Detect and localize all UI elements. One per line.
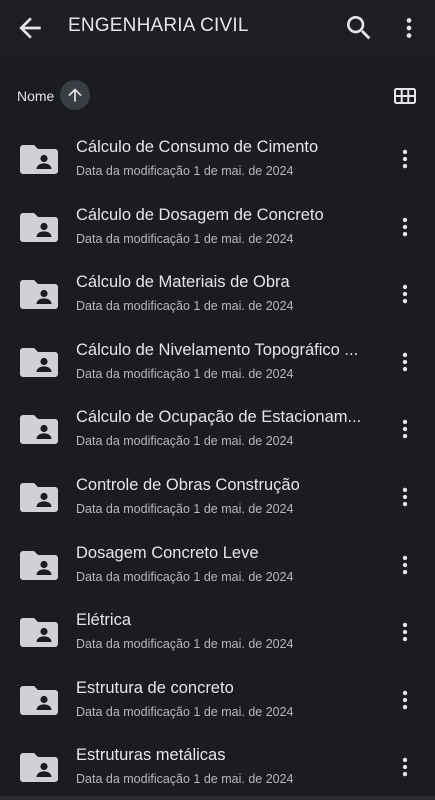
modified-date: Data da modificação 1 de mai. de 2024: [76, 704, 294, 719]
more-vert-icon: [402, 284, 408, 304]
list-item[interactable]: Cálculo de Materiais de Obra Data da mod…: [0, 259, 435, 327]
modified-date: Data da modificação 1 de mai. de 2024: [76, 299, 294, 314]
modified-date: Data da modificação 1 de mai. de 2024: [76, 501, 294, 516]
folder-name: Cálculo de Materiais de Obra: [76, 273, 290, 292]
more-vert-icon: [402, 420, 408, 439]
modified-date: Data da modificação 1 de mai. de 2024: [76, 637, 294, 652]
folder-name: Cálculo de Consumo de Cimento: [76, 138, 319, 156]
shared-folder-icon: [20, 753, 58, 783]
folder-name: Cálculo de Dosagem de Concreto: [76, 205, 324, 224]
more-vert-icon: [402, 758, 408, 777]
more-options-button[interactable]: [395, 12, 423, 44]
shared-folder-icon: [20, 347, 58, 377]
list-item[interactable]: Dosagem Concreto Leve Data da modificaçã…: [0, 530, 435, 598]
page-title: ENGENHARIA CIVIL: [68, 15, 249, 36]
list-item[interactable]: Estruturas metálicas Data da modificação…: [0, 732, 435, 800]
more-vert-icon: [402, 690, 408, 709]
search-icon: [347, 16, 371, 40]
list-item[interactable]: Cálculo de Nivelamento Topográfico ... D…: [0, 327, 435, 395]
item-more-button[interactable]: [392, 752, 418, 782]
list-item[interactable]: Cálculo de Ocupação de Estacionam... Dat…: [0, 394, 435, 462]
folder-name: Cálculo de Ocupação de Estacionam...: [76, 408, 362, 427]
sort-bar: Nome: [0, 78, 435, 114]
item-more-button[interactable]: [392, 212, 418, 242]
folder-name: Elétrica: [76, 611, 132, 630]
more-vert-icon: [402, 487, 408, 507]
more-vert-icon: [402, 352, 408, 371]
more-vert-icon: [402, 555, 408, 574]
shared-folder-icon: [20, 415, 58, 445]
more-vert-icon: [402, 217, 408, 236]
search-button[interactable]: [343, 12, 375, 44]
folder-name: Estruturas metálicas: [76, 746, 226, 765]
item-more-button[interactable]: [392, 347, 418, 377]
top-app-bar: ENGENHARIA CIVIL: [0, 0, 435, 55]
more-vert-icon: [402, 149, 408, 169]
shared-folder-icon: [20, 212, 58, 242]
grid-view-button[interactable]: [393, 84, 417, 108]
item-more-button[interactable]: [392, 617, 418, 647]
shared-folder-icon: [20, 280, 58, 310]
grid-view-icon: [394, 88, 416, 104]
file-list: Cálculo de Consumo de Cimento Data da mo…: [0, 124, 435, 800]
item-more-button[interactable]: [392, 279, 418, 309]
item-more-button[interactable]: [392, 414, 418, 444]
shared-folder-icon: [20, 145, 58, 174]
folder-name: Dosagem Concreto Leve: [76, 543, 259, 562]
list-item[interactable]: Cálculo de Consumo de Cimento Data da mo…: [0, 124, 435, 192]
more-vert-icon: [402, 622, 408, 642]
sort-direction-button[interactable]: [60, 80, 90, 110]
folder-name: Cálculo de Nivelamento Topográfico ...: [76, 340, 359, 359]
list-item[interactable]: Cálculo de Dosagem de Concreto Data da m…: [0, 192, 435, 260]
modified-date: Data da modificação 1 de mai. de 2024: [76, 164, 294, 178]
shared-folder-icon: [20, 685, 58, 715]
modified-date: Data da modificação 1 de mai. de 2024: [76, 772, 294, 787]
modified-date: Data da modificação 1 de mai. de 2024: [76, 569, 294, 584]
list-item[interactable]: Controle de Obras Construção Data da mod…: [0, 462, 435, 530]
bottom-divider: [0, 796, 435, 800]
modified-date: Data da modificação 1 de mai. de 2024: [76, 231, 294, 246]
list-item[interactable]: Elétrica Data da modificação 1 de mai. d…: [0, 597, 435, 665]
item-more-button[interactable]: [392, 685, 418, 715]
item-more-button[interactable]: [392, 144, 418, 174]
arrow-up-icon: [68, 88, 82, 102]
item-more-button[interactable]: [392, 482, 418, 512]
modified-date: Data da modificação 1 de mai. de 2024: [76, 366, 294, 381]
item-more-button[interactable]: [392, 550, 418, 580]
folder-name: Controle de Obras Construção: [76, 475, 300, 494]
arrow-back-icon: [19, 17, 41, 39]
folder-name: Estrutura de concreto: [76, 678, 234, 697]
shared-folder-icon: [20, 482, 58, 512]
back-button[interactable]: [14, 12, 46, 44]
sort-label[interactable]: Nome: [17, 88, 54, 104]
more-vert-icon: [406, 18, 412, 38]
shared-folder-icon: [20, 618, 58, 648]
list-item[interactable]: Estrutura de concreto Data da modificaçã…: [0, 665, 435, 733]
modified-date: Data da modificação 1 de mai. de 2024: [76, 434, 294, 449]
shared-folder-icon: [20, 550, 58, 580]
